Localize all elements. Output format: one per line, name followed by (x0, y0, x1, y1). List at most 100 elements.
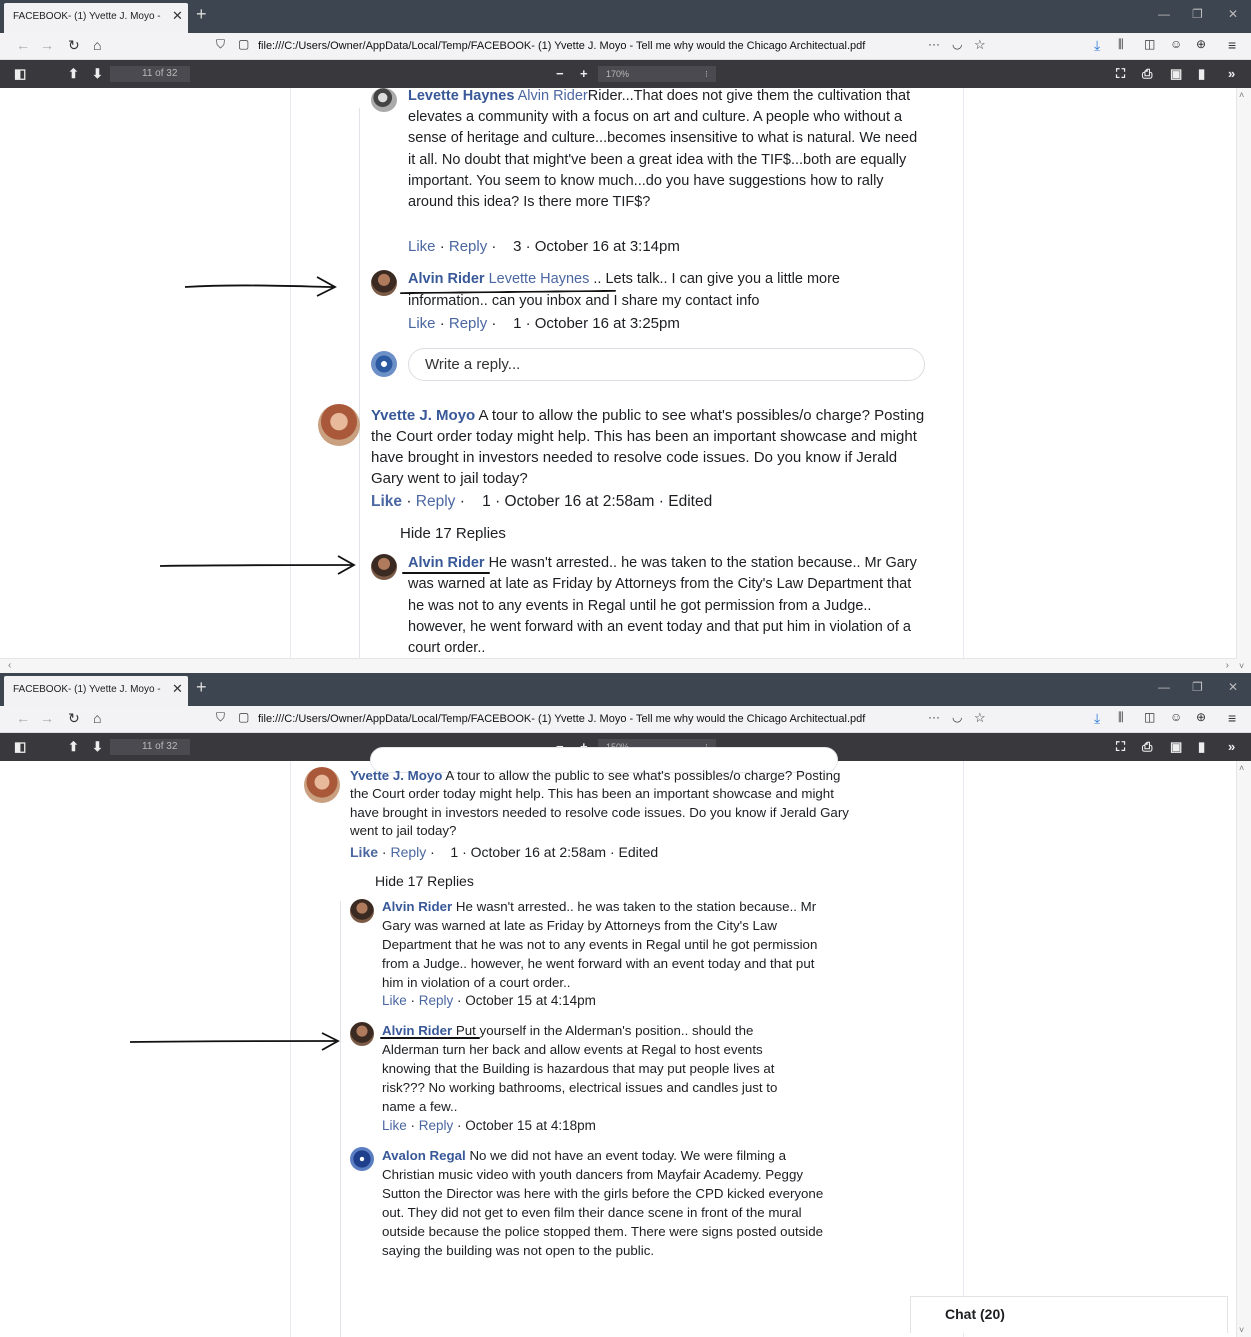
more-icon[interactable]: ··· (928, 37, 940, 51)
window-close-icon[interactable]: ✕ (1228, 7, 1238, 21)
sidebar-icon[interactable]: ◫ (1144, 37, 1155, 51)
chat-bar[interactable]: Chat (20) (910, 1296, 1228, 1333)
save-icon[interactable]: ▣ (1170, 66, 1182, 82)
reply-link[interactable]: Reply (390, 844, 426, 860)
mention-alvin-rider[interactable]: Alvin Rider (518, 88, 588, 104)
reload-icon[interactable]: ↻ (68, 37, 80, 54)
mention-levette-haynes[interactable]: Levette Haynes (489, 271, 590, 287)
library-icon[interactable]: ⫼ (1118, 710, 1124, 725)
write-reply-input[interactable]: Write a reply... (408, 348, 925, 381)
reaction-count[interactable]: 1 (482, 493, 491, 510)
chevron-left-icon[interactable]: ‹ (8, 660, 11, 671)
url-bar[interactable]: file:///C:/Users/Owner/AppData/Local/Tem… (258, 40, 865, 52)
reaction-count[interactable]: 3 (513, 238, 521, 255)
home-icon[interactable]: ⌂ (93, 710, 101, 726)
comment-time[interactable]: October 15 at 4:18pm (465, 1118, 596, 1133)
vertical-scrollbar[interactable]: ˄ ˅ (1236, 88, 1251, 673)
zoom-in-icon[interactable]: + (580, 66, 588, 81)
back-icon[interactable]: ← (16, 710, 30, 726)
author-alvin-rider[interactable]: Alvin Rider (382, 899, 452, 914)
home-icon[interactable]: ⌂ (93, 37, 101, 53)
comment-time[interactable]: October 16 at 3:14pm (535, 238, 680, 255)
print-icon[interactable]: ⎙ (1142, 66, 1152, 82)
comment-time[interactable]: October 16 at 2:58am (505, 493, 655, 510)
avatar-alvin-rider[interactable] (371, 270, 397, 296)
save-icon[interactable]: ▣ (1170, 739, 1182, 755)
zoom-select[interactable]: 170% ⁝ (598, 66, 716, 82)
bookmark-icon[interactable]: ▮ (1198, 739, 1205, 755)
reply-link[interactable]: Reply (416, 493, 456, 510)
browser-tab[interactable]: FACEBOOK- (1) Yvette J. Moyo - Tell ✕ (4, 3, 188, 33)
next-page-icon[interactable]: ⬇ (92, 66, 103, 82)
toggle-sidebar-icon[interactable]: ◧ (14, 739, 26, 755)
toggle-sidebar-icon[interactable]: ◧ (14, 66, 26, 82)
restore-icon[interactable]: ❐ (1192, 7, 1203, 21)
url-bar[interactable]: file:///C:/Users/Owner/AppData/Local/Tem… (258, 713, 865, 725)
close-tab-icon[interactable]: ✕ (172, 681, 183, 697)
restore-icon[interactable]: ❐ (1192, 680, 1203, 694)
zoom-search-icon[interactable]: ⊕ (1196, 37, 1206, 51)
reply-link[interactable]: Reply (419, 1118, 454, 1133)
chevron-down-icon[interactable]: ˅ (1239, 661, 1244, 671)
author-avalon-regal[interactable]: Avalon Regal (382, 1148, 466, 1163)
zoom-search-icon[interactable]: ⊕ (1196, 710, 1206, 724)
tools-icon[interactable]: » (1228, 66, 1235, 81)
author-yvette-moyo[interactable]: Yvette J. Moyo (350, 768, 442, 783)
reply-link[interactable]: Reply (449, 238, 487, 255)
library-icon[interactable]: ⫼ (1118, 37, 1124, 52)
avatar-avalon-regal[interactable] (350, 1147, 374, 1171)
minimize-icon[interactable]: — (1158, 680, 1170, 694)
reply-link[interactable]: Reply (419, 993, 454, 1008)
zoom-out-icon[interactable]: − (556, 66, 564, 81)
reply-link[interactable]: Reply (449, 315, 487, 332)
author-levette-haynes[interactable]: Levette Haynes (408, 88, 514, 104)
reaction-count[interactable]: 1 (513, 315, 521, 332)
extension-icon[interactable]: ☺ (1170, 710, 1182, 724)
bookmark-star-icon[interactable]: ☆ (974, 37, 986, 53)
like-link[interactable]: Like (350, 844, 378, 860)
tools-icon[interactable]: » (1228, 739, 1235, 754)
download-icon[interactable]: ⤓ (1094, 710, 1100, 727)
pocket-icon[interactable]: ◡ (952, 710, 962, 724)
chevron-right-icon[interactable]: › (1226, 660, 1229, 671)
like-link[interactable]: Like (382, 993, 407, 1008)
minimize-icon[interactable]: — (1158, 7, 1170, 21)
avatar-yvette-moyo[interactable] (318, 404, 360, 446)
avatar-alvin-rider[interactable] (371, 554, 397, 580)
avatar-alvin-rider[interactable] (350, 899, 374, 923)
print-icon[interactable]: ⎙ (1142, 739, 1152, 755)
presentation-mode-icon[interactable]: ⛶ (1116, 739, 1125, 755)
previous-page-icon[interactable]: ⬆ (68, 66, 79, 82)
like-link[interactable]: Like (371, 493, 402, 510)
vertical-scrollbar[interactable]: ˄ ˅ (1236, 761, 1251, 1337)
comment-time[interactable]: October 16 at 3:25pm (535, 315, 680, 332)
more-icon[interactable]: ··· (928, 710, 940, 724)
forward-icon[interactable]: → (40, 37, 54, 53)
extension-icon[interactable]: ☺ (1170, 37, 1182, 51)
menu-icon[interactable]: ≡ (1228, 710, 1236, 726)
download-icon[interactable]: ⤓ (1094, 37, 1100, 54)
browser-tab[interactable]: FACEBOOK- (1) Yvette J. Moyo - Tell ✕ (4, 676, 188, 706)
page-number-field[interactable]: 11 of 32 (110, 739, 190, 755)
bookmark-icon[interactable]: ▮ (1198, 66, 1205, 82)
pocket-icon[interactable]: ◡ (952, 37, 962, 51)
next-page-icon[interactable]: ⬇ (92, 739, 103, 755)
reload-icon[interactable]: ↻ (68, 710, 80, 727)
new-tab-button[interactable]: + (196, 4, 207, 25)
author-alvin-rider[interactable]: Alvin Rider (408, 555, 485, 571)
horizontal-scrollbar[interactable]: ‹ › (0, 658, 1237, 673)
reaction-count[interactable]: 1 (450, 844, 458, 860)
author-alvin-rider[interactable]: Alvin Rider (408, 271, 485, 287)
author-alvin-rider[interactable]: Alvin Rider (382, 1023, 452, 1038)
presentation-mode-icon[interactable]: ⛶ (1116, 66, 1125, 82)
shield-icon[interactable]: ⛉ (216, 710, 225, 725)
author-yvette-moyo[interactable]: Yvette J. Moyo (371, 407, 475, 424)
back-icon[interactable]: ← (16, 37, 30, 53)
like-link[interactable]: Like (382, 1118, 407, 1133)
comment-time[interactable]: October 16 at 2:58am (471, 844, 606, 860)
like-link[interactable]: Like (408, 238, 436, 255)
new-tab-button[interactable]: + (196, 677, 207, 698)
avatar-levette-haynes[interactable] (371, 88, 397, 112)
shield-icon[interactable]: ⛉ (216, 37, 225, 52)
comment-time[interactable]: October 15 at 4:14pm (465, 993, 596, 1008)
